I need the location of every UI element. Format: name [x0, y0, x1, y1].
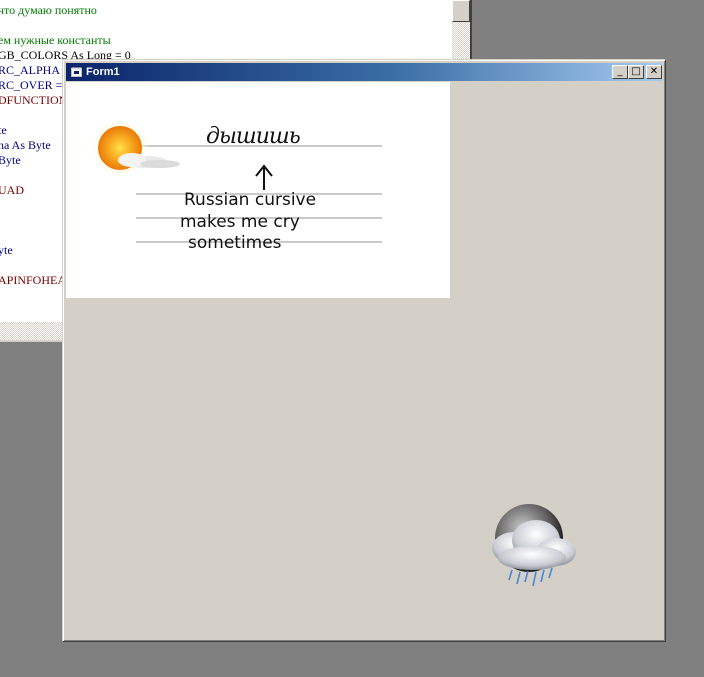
code-line: DFUNCTION	[0, 93, 68, 107]
code-line: Byte	[0, 153, 21, 167]
code-editor-scroll-thumb[interactable]	[452, 0, 470, 22]
maximize-button[interactable]: □	[628, 65, 644, 79]
code-line: что думаю понятно	[0, 3, 97, 17]
code-line: yte	[0, 243, 13, 257]
moon-storm-cloud-icon	[492, 504, 576, 587]
caption-line-1: Russian cursive	[184, 190, 317, 210]
form1-title: Form1	[86, 66, 120, 78]
code-line: RC_OVER =	[0, 78, 63, 92]
code-line: ем нужные константы	[0, 33, 111, 47]
minimize-button[interactable]: _	[612, 65, 628, 79]
code-line: te	[0, 123, 7, 137]
sun-cloud-icon	[92, 118, 180, 178]
cursive-word: дышишь	[206, 124, 301, 149]
caption-line-2: makes me cry	[180, 212, 300, 232]
code-line: APINFOHEA	[0, 273, 67, 287]
code-line: UAD	[0, 183, 24, 197]
handwriting-picture: дышишь Russian cursive makes me cry some…	[66, 82, 450, 298]
code-line: ha As Byte	[0, 138, 51, 152]
form-window-icon	[71, 67, 82, 77]
close-button[interactable]: ✕	[646, 65, 662, 79]
caption-line-3: sometimes	[188, 233, 282, 253]
form1-title-bar[interactable]: Form1 _ □ ✕	[66, 63, 662, 81]
form1-client-area[interactable]: дышишь Russian cursive makes me cry some…	[66, 82, 662, 638]
form1-window: Form1 _ □ ✕ дышишь Russian cursive makes…	[62, 59, 666, 642]
